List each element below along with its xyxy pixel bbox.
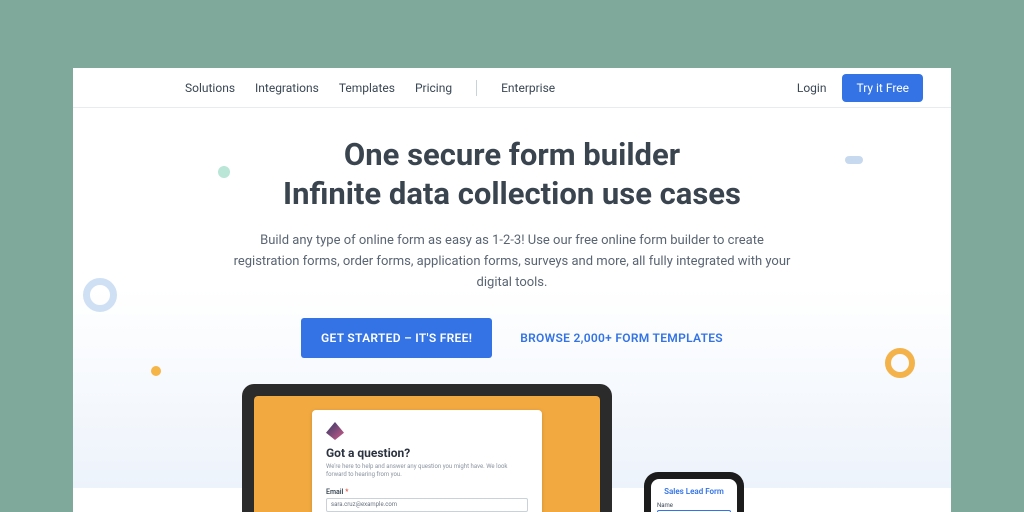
nav-divider xyxy=(476,80,477,96)
decorative-dot-icon xyxy=(218,166,230,178)
nav-pricing[interactable]: Pricing xyxy=(415,81,452,95)
nav-integrations[interactable]: Integrations xyxy=(255,81,319,95)
browse-templates-link[interactable]: BROWSE 2,000+ FORM TEMPLATES xyxy=(520,331,723,345)
email-label: Email * xyxy=(326,488,528,496)
form-title: Got a question? xyxy=(326,446,528,460)
phone-name-label: Name xyxy=(657,502,731,509)
hero-section: One secure form builder Infinite data co… xyxy=(73,108,951,358)
nav-solutions[interactable]: Solutions xyxy=(185,81,235,95)
hero-title-line2: Infinite data collection use cases xyxy=(133,175,891,214)
login-link[interactable]: Login xyxy=(797,81,827,95)
form-logo-icon xyxy=(326,422,344,440)
decorative-dot-icon xyxy=(151,366,161,376)
email-field[interactable]: sara.cruz@example.com xyxy=(326,498,528,512)
decorative-ring-icon xyxy=(885,348,915,378)
decorative-ring-icon xyxy=(83,278,117,312)
decorative-shape-icon xyxy=(845,156,863,164)
try-free-button[interactable]: Try it Free xyxy=(842,74,923,102)
nav-enterprise[interactable]: Enterprise xyxy=(501,81,555,95)
top-nav: Solutions Integrations Templates Pricing… xyxy=(73,68,951,108)
sample-form-card: Got a question? We're here to help and a… xyxy=(312,410,542,512)
form-description: We're here to help and answer any questi… xyxy=(326,463,528,480)
phone-mockup: Sales Lead Form Name First Last xyxy=(644,472,744,512)
hero-title-line1: One secure form builder xyxy=(133,136,891,175)
get-started-button[interactable]: GET STARTED – IT'S FREE! xyxy=(301,318,492,358)
phone-form-title: Sales Lead Form xyxy=(657,487,731,496)
nav-templates[interactable]: Templates xyxy=(339,81,395,95)
hero-subtitle: Build any type of online form as easy as… xyxy=(232,230,792,294)
hero-title: One secure form builder Infinite data co… xyxy=(133,136,891,214)
device-mockups: Got a question? We're here to help and a… xyxy=(242,384,782,512)
laptop-mockup: Got a question? We're here to help and a… xyxy=(242,384,612,512)
